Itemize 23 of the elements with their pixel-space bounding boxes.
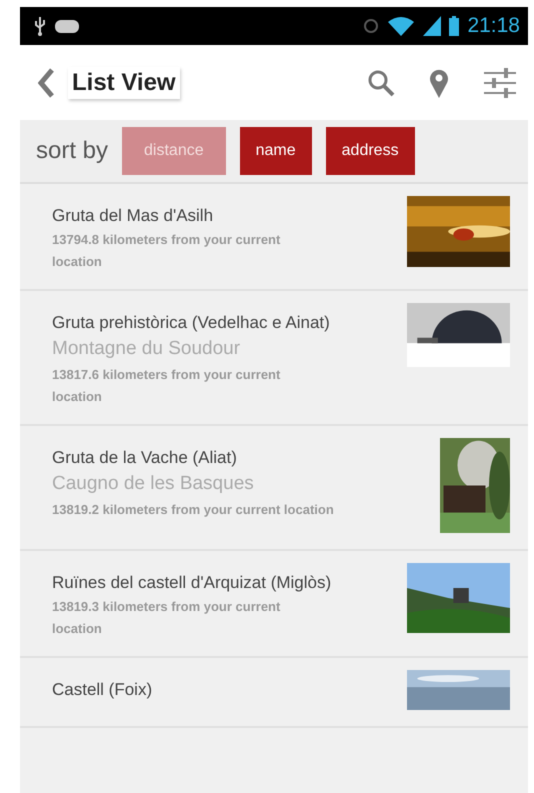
usb-icon xyxy=(34,16,46,36)
place-name[interactable]: Gruta de la Vache (Aliat) xyxy=(52,446,337,469)
back-icon[interactable] xyxy=(38,68,54,98)
signal-icon xyxy=(423,16,442,36)
wifi-icon xyxy=(387,16,416,36)
place-address: Montagne du Soudour xyxy=(52,337,242,361)
filter-sliders-icon[interactable] xyxy=(482,66,518,98)
sort-button[interactable]: address xyxy=(326,127,415,175)
battery-icon xyxy=(449,16,460,36)
place-name[interactable]: Gruta prehistòrica (Vedelhac e Ainat) xyxy=(52,311,337,334)
place-name[interactable]: Gruta del Mas d'Asilh xyxy=(52,204,337,227)
sort-button[interactable]: name xyxy=(240,127,312,175)
place-distance: 13819.3 kilometers from your current location xyxy=(52,598,282,638)
place-name[interactable]: Castell (Foix) xyxy=(52,678,337,701)
clock: 21:18 xyxy=(467,14,520,38)
place-distance: 13817.6 kilometers from your current location xyxy=(52,366,282,406)
sort-label: sort by xyxy=(36,137,108,165)
screen-title: List View xyxy=(68,66,180,98)
place-distance: 13794.8 kilometers from your current location xyxy=(52,231,282,271)
place-name[interactable]: Ruïnes del castell d'Arquizat (Miglòs) xyxy=(52,571,337,594)
search-icon[interactable] xyxy=(366,68,396,98)
place-distance: 13819.2 kilometers from your current location xyxy=(52,501,335,519)
place-address: Caugno de les Basques xyxy=(52,472,255,496)
